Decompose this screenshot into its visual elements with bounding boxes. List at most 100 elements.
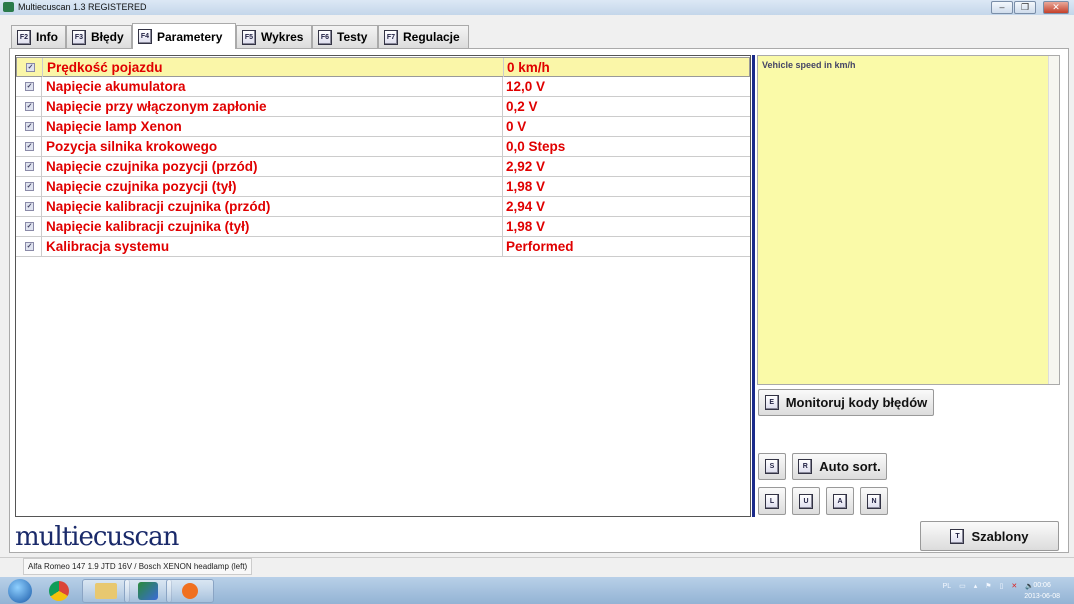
multiecuscan-icon xyxy=(138,582,158,600)
key-icon: N xyxy=(867,493,881,509)
table-row[interactable]: ✓ Prędkość pojazdu 0 km/h xyxy=(16,57,750,77)
parameter-value: 0 V xyxy=(506,119,527,134)
tab-testy[interactable]: F6 Testy xyxy=(312,25,378,48)
parameter-value: 0,0 Steps xyxy=(506,139,566,154)
n-button[interactable]: N xyxy=(860,487,888,515)
start-orb-icon[interactable] xyxy=(8,579,32,603)
minimize-button[interactable]: – xyxy=(991,1,1013,14)
tab-regulacje[interactable]: F7 Regulacje xyxy=(378,25,469,48)
tab-bledy[interactable]: F3 Błędy xyxy=(66,25,132,48)
close-button[interactable]: ✕ xyxy=(1043,1,1069,14)
multiecuscan-taskbar-button[interactable] xyxy=(124,579,172,603)
media-player-taskbar-button[interactable] xyxy=(166,579,214,603)
table-row[interactable]: ✓ Pozycja silnika krokowego 0,0 Steps xyxy=(16,137,750,157)
auto-sort-button[interactable]: R Auto sort. xyxy=(792,453,887,480)
a-button[interactable]: A xyxy=(826,487,854,515)
u-button[interactable]: U xyxy=(792,487,820,515)
table-row[interactable]: ✓ Napięcie czujnika pozycji (przód) 2,92 V xyxy=(16,157,750,177)
divider xyxy=(502,137,503,156)
divider xyxy=(42,58,43,77)
tab-label: Testy xyxy=(337,30,368,44)
parameter-name: Napięcie kalibracji czujnika (tył) xyxy=(46,219,250,234)
parameters-table: ✓ Prędkość pojazdu 0 km/h ✓ Napięcie akumula… xyxy=(15,55,751,517)
key-icon: S xyxy=(765,459,779,474)
row-checkbox[interactable]: ✓ xyxy=(25,82,34,91)
divider xyxy=(502,77,503,96)
parameter-name: Napięcie przy włączonym zapłonie xyxy=(46,99,267,114)
row-checkbox[interactable]: ✓ xyxy=(26,63,35,72)
chrome-icon[interactable] xyxy=(49,581,69,601)
logo: multiecuscan xyxy=(15,522,179,552)
divider xyxy=(41,177,42,196)
row-checkbox[interactable]: ✓ xyxy=(25,162,34,171)
row-checkbox[interactable]: ✓ xyxy=(25,202,34,211)
parameter-name: Kalibracja systemu xyxy=(46,239,170,254)
parameter-value: 0,2 V xyxy=(506,99,538,114)
battery-icon[interactable]: ▯ xyxy=(1000,582,1004,590)
tab-info[interactable]: F2 Info xyxy=(11,25,66,48)
row-checkbox[interactable]: ✓ xyxy=(25,122,34,131)
tab-label: Błędy xyxy=(91,30,124,44)
table-row[interactable]: ✓ Napięcie kalibracji czujnika (przód) 2,9… xyxy=(16,197,750,217)
key-icon: A xyxy=(833,493,847,509)
title-bar: Multiecuscan 1.3 REGISTERED xyxy=(0,0,1074,15)
divider xyxy=(41,197,42,216)
tab-label: Parametery xyxy=(157,29,223,44)
maximize-button[interactable]: ❐ xyxy=(1014,1,1036,14)
tab-wykres[interactable]: F5 Wykres xyxy=(236,25,312,48)
divider xyxy=(41,77,42,96)
date: 2013-06-08 xyxy=(1024,593,1060,600)
button-label: Auto sort. xyxy=(819,459,881,474)
window-title: Multiecuscan 1.3 REGISTERED xyxy=(18,2,147,12)
table-row[interactable]: ✓ Napięcie czujnika pozycji (tył) 1,98 V xyxy=(16,177,750,197)
key-icon: R xyxy=(798,459,813,474)
table-row[interactable]: ✓ Napięcie lamp Xenon 0 V xyxy=(16,117,750,137)
table-row[interactable]: ✓ Napięcie akumulatora 12,0 V xyxy=(16,77,750,97)
table-row[interactable]: ✓ Napięcie kalibracji czujnika (tył) 1,98 … xyxy=(16,217,750,237)
row-checkbox[interactable]: ✓ xyxy=(25,222,34,231)
parameter-value: 1,98 V xyxy=(506,179,546,194)
description-box: Vehicle speed in km/h xyxy=(757,55,1060,385)
divider xyxy=(502,117,503,136)
divider xyxy=(502,197,503,216)
divider xyxy=(41,157,42,176)
table-row[interactable]: ✓ Kalibracja systemu Performed xyxy=(16,237,750,257)
parameter-value: 2,94 V xyxy=(506,199,546,214)
flag-icon[interactable]: ⚑ xyxy=(985,582,991,590)
row-checkbox[interactable]: ✓ xyxy=(25,142,34,151)
key-icon: U xyxy=(799,493,813,509)
tab-label: Info xyxy=(36,30,58,44)
divider xyxy=(502,217,503,236)
folder-icon xyxy=(95,583,117,599)
s-button[interactable]: S xyxy=(758,453,786,480)
monitor-codes-button[interactable]: E Monitoruj kody błędów xyxy=(758,389,934,416)
media-player-icon xyxy=(182,583,198,599)
l-button[interactable]: L xyxy=(758,487,786,515)
show-hidden-icon[interactable]: ▴ xyxy=(974,582,978,590)
divider xyxy=(41,97,42,116)
key-icon: F5 xyxy=(242,29,256,45)
splitter[interactable] xyxy=(752,55,755,517)
parameter-value: Performed xyxy=(506,239,574,254)
key-icon: L xyxy=(765,493,779,509)
keyboard-icon[interactable]: ▭ xyxy=(959,582,966,590)
explorer-taskbar-button[interactable] xyxy=(82,579,130,603)
status-text: Alfa Romeo 147 1.9 JTD 16V / Bosch XENON… xyxy=(23,558,253,575)
divider xyxy=(503,58,504,77)
language-indicator[interactable]: PL xyxy=(943,583,952,590)
key-icon: F2 xyxy=(17,29,31,45)
table-row[interactable]: ✓ Napięcie przy włączonym zapłonie 0,2 V xyxy=(16,97,750,117)
tab-label: Regulacje xyxy=(403,30,460,44)
divider xyxy=(41,217,42,236)
templates-button[interactable]: T Szablony xyxy=(920,521,1059,551)
divider xyxy=(502,97,503,116)
parameter-value: 1,98 V xyxy=(506,219,546,234)
key-icon: F7 xyxy=(384,29,398,45)
tab-parametery[interactable]: F4 Parametery xyxy=(132,23,236,49)
row-checkbox[interactable]: ✓ xyxy=(25,242,34,251)
scrollbar[interactable] xyxy=(1048,56,1059,384)
row-checkbox[interactable]: ✓ xyxy=(25,182,34,191)
clock[interactable]: 00:06 2013-06-08 xyxy=(1024,580,1060,602)
row-checkbox[interactable]: ✓ xyxy=(25,102,34,111)
network-icon[interactable]: ✕ xyxy=(1011,582,1017,590)
